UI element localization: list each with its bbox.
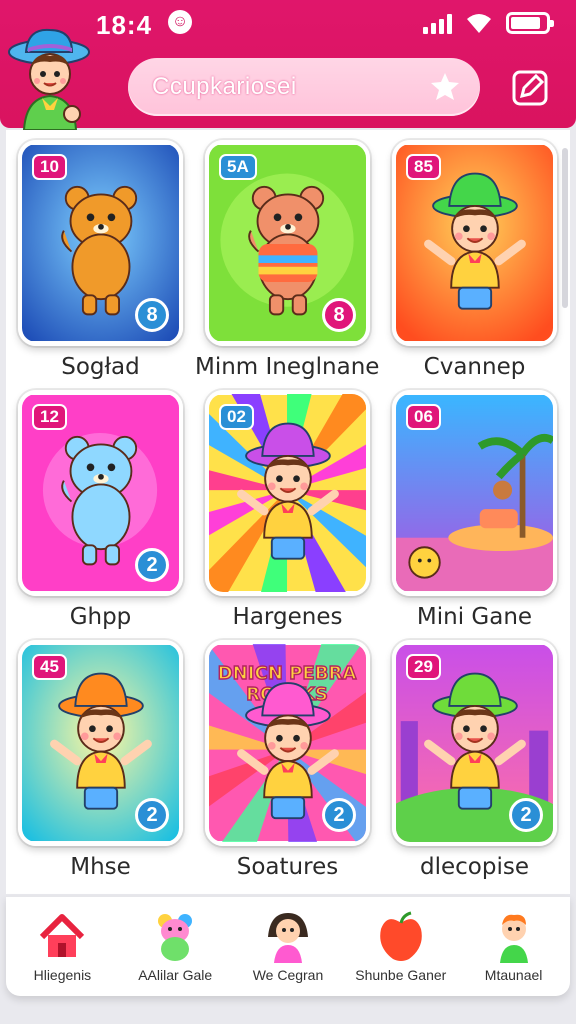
nav-label: Hliegenis (33, 967, 92, 983)
game-thumbnail[interactable]: DNICN PEBRA ROPEKS 2 (205, 640, 370, 846)
status-icons (423, 12, 554, 34)
game-card[interactable]: DNICN PEBRA ROPEKS 2 Soatures (205, 640, 370, 890)
nav-item-5[interactable]: Mtaunael (458, 897, 570, 983)
game-card[interactable]: 5A 8 Minm Ineglnanes (195, 140, 380, 390)
app-header: 18:4 ☺ Ccupkariosei (0, 0, 576, 130)
game-thumbnail[interactable]: 29 2 (392, 640, 557, 846)
count-badge: 2 (135, 798, 169, 832)
profile-avatar-icon[interactable] (6, 26, 92, 130)
game-thumbnail[interactable]: 45 2 (18, 640, 183, 846)
game-thumbnail[interactable]: 06 (392, 390, 557, 596)
game-thumbnail[interactable]: 10 8 (18, 140, 183, 346)
scrollbar[interactable] (562, 148, 568, 308)
search-text: Ccupkariosei (152, 73, 297, 100)
boy-icon (499, 914, 528, 963)
game-title: Cvannep (423, 354, 526, 380)
game-grid: 10 8 Sogład 5A 8 Minm Ineglnanes 85 Cvannep (18, 140, 558, 890)
game-thumbnail[interactable]: 5A 8 (205, 140, 370, 346)
game-title: dlecopise (420, 854, 529, 880)
nav-item-4[interactable]: Shunbe Ganer (345, 897, 457, 983)
apple-icon (379, 911, 422, 961)
favorite-star-icon[interactable] (428, 70, 462, 104)
game-card[interactable]: 10 8 Sogład (18, 140, 183, 390)
game-title: Soatures (236, 854, 339, 880)
count-badge: 8 (135, 298, 169, 332)
edit-icon[interactable] (508, 66, 552, 110)
svg-text:DNICN PEBRA: DNICN PEBRA (218, 663, 357, 684)
game-thumbnail[interactable]: 02 (205, 390, 370, 596)
nav-item-3[interactable]: We Cegran (232, 897, 344, 983)
wifi-icon (467, 14, 491, 33)
rainbow-bear-icon (158, 914, 193, 961)
game-card[interactable]: 06 Mini Gane (392, 390, 557, 640)
nav-label: Mtaunael (484, 967, 543, 983)
nav-label: Shunbe Ganer (355, 967, 447, 983)
search-bar[interactable]: Ccupkariosei (128, 58, 480, 116)
level-badge: 10 (32, 154, 67, 180)
game-thumbnail[interactable]: 12 2 (18, 390, 183, 596)
game-card[interactable]: 29 2 dlecopise (392, 640, 557, 890)
nav-item-1[interactable]: Hliegenis (6, 897, 118, 983)
status-time: 18:4 (96, 10, 153, 40)
game-card[interactable]: 45 2 Mhse (18, 640, 183, 890)
count-badge: 8 (322, 298, 356, 332)
game-card[interactable]: 12 2 Ghpp (18, 390, 183, 640)
game-title: Ghpp (69, 604, 132, 630)
game-thumbnail[interactable]: 85 (392, 140, 557, 346)
game-title: Sogład (61, 354, 140, 380)
level-badge: 85 (406, 154, 441, 180)
notification-face-icon: ☺ (168, 10, 192, 34)
game-title: Minm Ineglnanes (195, 354, 380, 380)
home-icon (40, 914, 85, 957)
bottom-navigation: Hliegenis AAlilar Gale We Cegran Shunbe Gan… (6, 896, 570, 996)
level-badge: 45 (32, 654, 67, 680)
nav-label: AAlilar Gale (138, 967, 213, 983)
level-badge: 29 (406, 654, 441, 680)
game-title: Mhse (70, 854, 131, 880)
count-badge: 2 (135, 548, 169, 582)
game-title: Mini Gane (416, 604, 533, 630)
nav-label: We Cegran (252, 967, 324, 983)
signal-icon (423, 12, 452, 34)
level-badge: 5A (219, 154, 257, 180)
count-badge: 2 (322, 798, 356, 832)
count-badge: 2 (509, 798, 543, 832)
level-badge: 12 (32, 404, 67, 430)
game-title: Hargenes (232, 604, 343, 630)
level-badge: 06 (406, 404, 441, 430)
battery-icon (506, 12, 554, 34)
nav-item-2[interactable]: AAlilar Gale (119, 897, 231, 983)
level-badge: 02 (219, 404, 254, 430)
game-card[interactable]: 85 Cvannep (392, 140, 557, 390)
girl-icon (267, 913, 308, 963)
game-card[interactable]: 02 Hargenes (205, 390, 370, 640)
game-list[interactable]: 10 8 Sogład 5A 8 Minm Ineglnanes 85 Cvannep (6, 130, 570, 894)
